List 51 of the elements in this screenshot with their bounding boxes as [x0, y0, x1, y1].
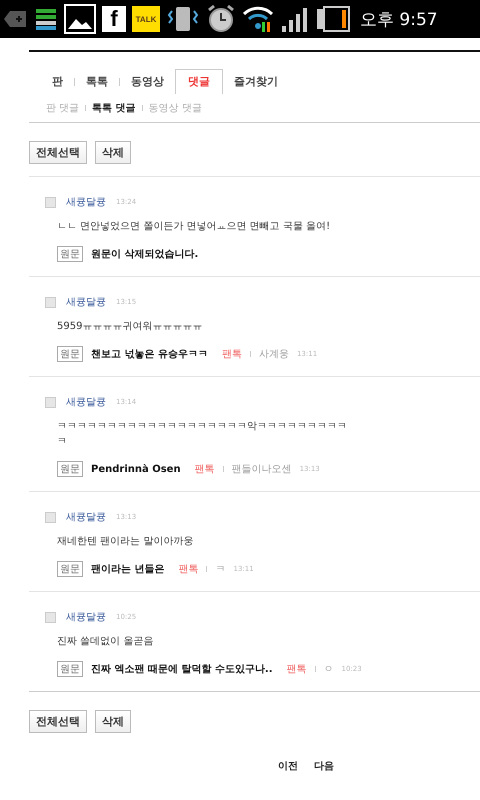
source-title[interactable]: 챈보고 넋놓은 유승우ㅋㅋ: [91, 347, 208, 361]
nickname[interactable]: 새큥달큥: [66, 195, 106, 209]
checkbox[interactable]: [45, 512, 56, 522]
source-title[interactable]: 진짜 엑소팬 때문에 탈덕할 수도있구나..: [91, 662, 273, 676]
source-tag: 원문: [57, 661, 83, 677]
comment-text: 5959ㅠㅠㅠㅠ귀여워ㅠㅠㅠㅠㅠ: [57, 320, 204, 334]
source-title[interactable]: Pendrinnà Osen: [91, 464, 181, 474]
next-link[interactable]: 다음: [314, 759, 334, 773]
nickname[interactable]: 새큥달큥: [66, 295, 106, 309]
source-tag: 원문: [57, 561, 83, 577]
comment-text: ㄴㄴ 면안넣었으면 쫄이든가 면넣어ㅛ으면 면빼고 국물 올여!: [57, 220, 332, 234]
select-all-button[interactable]: 전체선택: [29, 710, 87, 733]
checkbox[interactable]: [45, 196, 56, 208]
source-author: 사계웅: [258, 348, 289, 361]
tab[interactable]: 톡톡: [75, 69, 119, 94]
add-notification-icon: [4, 9, 28, 29]
talk-icon: TALK: [132, 6, 160, 32]
previous-link[interactable]: 이전: [278, 759, 298, 773]
tab[interactable]: 동영상: [120, 69, 175, 94]
nickname[interactable]: 새큥달큥: [66, 395, 106, 409]
nickname[interactable]: 새큥달큥: [66, 510, 106, 524]
comment-text: ㅋㅋㅋㅋㅋㅋㅋㅋㅋㅋㅋㅋㅋㅋㅋㅋㅋㅋㅋ악ㅋㅋㅋㅋㅋㅋㅋㅋㅋㅋ: [57, 420, 347, 449]
source-author: ㅇ: [324, 663, 334, 676]
delete-button[interactable]: 삭제: [95, 141, 131, 164]
comment-text: 진짜 쓸데없이 올곧음: [57, 635, 154, 649]
comment-text: 재네한텐 팬이라는 말이아까웅: [57, 535, 194, 549]
sub-tab[interactable]: 톡톡 댓글: [92, 101, 136, 115]
clock-time: 오후 9:57: [360, 8, 438, 30]
checkbox[interactable]: [45, 396, 56, 408]
tab[interactable]: 즐겨찾기: [223, 69, 289, 94]
gallery-icon: [64, 4, 96, 34]
source-title[interactable]: 팬이라는 년들은: [91, 562, 164, 576]
alarm-clock-icon: [206, 4, 236, 34]
source-tag: 원문: [57, 346, 83, 362]
source-author: 팬들이나오센: [232, 463, 292, 476]
facebook-icon: f: [102, 6, 126, 32]
checkbox[interactable]: [45, 296, 56, 308]
source-title[interactable]: 원문이 삭제되었습니다.: [91, 247, 198, 261]
source-tag: 원문: [57, 461, 83, 477]
tab[interactable]: 판: [41, 69, 74, 94]
wifi-icon: [242, 4, 274, 34]
select-all-button[interactable]: 전체선택: [29, 141, 87, 164]
tab[interactable]: 댓글: [175, 69, 223, 94]
source-tag: 원문: [57, 246, 83, 262]
nickname[interactable]: 새큥달큥: [66, 610, 106, 624]
vibrate-icon: [166, 5, 200, 33]
source-author: ㅋ: [215, 563, 226, 576]
list-icon: [34, 7, 58, 31]
battery-icon: [316, 6, 350, 32]
delete-button[interactable]: 삭제: [95, 710, 131, 733]
checkbox[interactable]: [45, 612, 56, 622]
